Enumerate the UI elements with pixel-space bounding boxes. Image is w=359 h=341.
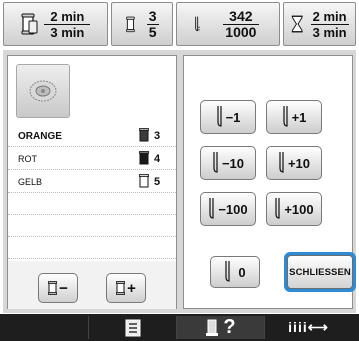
list-item-empty <box>8 215 176 237</box>
help-label: ? <box>223 316 236 338</box>
needle-icon <box>209 198 214 219</box>
step-plus-1-label: +1 <box>291 109 307 125</box>
thread-name: ORANGE <box>18 131 62 142</box>
list-icon <box>125 319 140 336</box>
hourglass-icon <box>291 15 303 33</box>
needle-icon <box>275 198 280 219</box>
list-item[interactable]: ORANGE 3 <box>8 124 176 147</box>
help-icon <box>206 319 219 336</box>
thread-name: GELB <box>18 177 43 187</box>
thread-number: 5 <box>154 176 161 188</box>
thread-color-list: ORANGE 3 ROT 4 GELB 5 <box>8 124 176 259</box>
total-time-display: 2 min 3 min <box>283 2 356 46</box>
close-label: SCHLIESSEN <box>289 266 351 278</box>
color-current: 3 <box>146 7 159 25</box>
list-item[interactable]: ROT 4 <box>8 147 176 170</box>
step-plus-1-button[interactable]: +1 <box>266 100 322 134</box>
embroidery-preview-icon <box>29 80 57 102</box>
needle-icon <box>282 106 288 127</box>
thread-spool-icon <box>139 151 149 165</box>
bottom-nav-blank <box>0 314 88 341</box>
thread-spool-icon <box>116 281 126 295</box>
needle-icon <box>216 106 222 127</box>
time-remaining-top: 2 min <box>44 9 91 25</box>
needle-icon <box>279 152 284 173</box>
thread-number: 4 <box>154 153 161 165</box>
step-minus-100-label: −100 <box>218 201 248 217</box>
step-plus-100-label: +100 <box>284 201 314 217</box>
stitch-count-display: 342 1000 <box>175 2 281 46</box>
total-time-top: 2 min <box>310 8 349 25</box>
stitch-current: 342 <box>223 8 259 25</box>
step-minus-100-button[interactable]: −100 <box>200 192 256 226</box>
close-button[interactable]: SCHLIESSEN <box>284 252 356 292</box>
close-button-face[interactable]: SCHLIESSEN <box>287 255 353 289</box>
step-plus-100-button[interactable]: +100 <box>266 192 322 226</box>
stitch-step-panel: −1 +1 −10 +10 −100 +100 0 SCHLIESSEN <box>183 55 356 309</box>
step-minus-1-button[interactable]: −1 <box>200 100 256 134</box>
needle-icon <box>195 16 200 32</box>
status-bar: 2 min 3 min 3 5 342 1000 2 min 3 min <box>3 2 356 46</box>
main-area: ORANGE 3 ROT 4 GELB 5 − + −1 +1 −10 +10 … <box>3 50 356 313</box>
list-item[interactable]: GELB 5 <box>8 170 176 193</box>
bottom-nav: ? iiii⟷ <box>0 314 359 341</box>
step-plus-10-label: +10 <box>287 155 311 171</box>
thread-list-button[interactable] <box>88 316 176 339</box>
step-minus-10-button[interactable]: −10 <box>200 146 256 180</box>
needle-icon <box>213 152 218 173</box>
thread-spool-icon <box>139 128 149 142</box>
spool-clock-icon <box>21 13 38 35</box>
spool-minus-button[interactable]: − <box>38 273 78 303</box>
thread-spool-icon <box>139 174 149 188</box>
tension-button[interactable]: iiii⟷ <box>264 316 352 339</box>
thread-name: ROT <box>18 154 37 164</box>
time-remaining-bottom: 3 min <box>50 24 85 40</box>
thread-number: 3 <box>154 130 161 142</box>
tension-icon: iiii⟷ <box>288 319 329 335</box>
needle-icon <box>225 261 230 282</box>
spool-plus-label: + <box>127 279 136 297</box>
reset-zero-label: 0 <box>238 264 246 280</box>
list-item-empty <box>8 237 176 259</box>
thread-spool-icon <box>125 16 135 33</box>
spool-minus-label: − <box>59 279 68 297</box>
color-total: 5 <box>148 23 157 40</box>
total-time-bottom: 3 min <box>312 24 347 40</box>
embroidery-preview <box>16 64 70 118</box>
help-button[interactable]: ? <box>176 316 264 339</box>
stitch-total: 1000 <box>225 23 257 40</box>
color-count-display: 3 5 <box>110 2 173 46</box>
thread-list-panel: ORANGE 3 ROT 4 GELB 5 − + <box>7 55 177 309</box>
step-minus-1-label: −1 <box>225 109 241 125</box>
thread-spool-icon <box>48 281 58 295</box>
step-minus-10-label: −10 <box>221 155 245 171</box>
list-item-empty <box>8 193 176 215</box>
time-remaining-display: 2 min 3 min <box>3 2 108 46</box>
reset-zero-button[interactable]: 0 <box>210 256 260 288</box>
spool-button-area: − + <box>8 261 176 309</box>
spool-plus-button[interactable]: + <box>106 273 146 303</box>
step-plus-10-button[interactable]: +10 <box>266 146 322 180</box>
